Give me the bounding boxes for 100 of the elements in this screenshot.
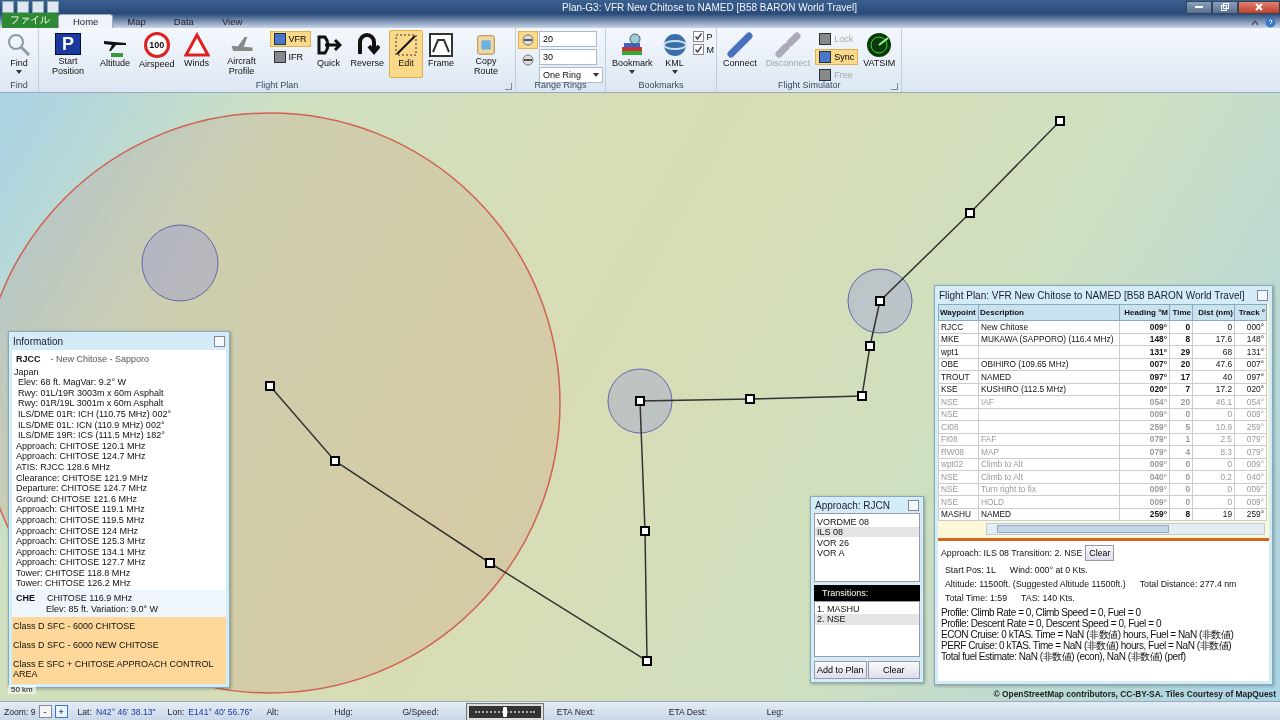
collapse-caret-icon[interactable] xyxy=(1251,19,1259,26)
table-cell: NAMED xyxy=(978,508,1120,521)
table-cell: 0 xyxy=(1169,458,1193,471)
frequency-text: Approach: CHITOSE 124 MHz xyxy=(15,525,139,537)
table-cell: 009° xyxy=(1119,408,1170,421)
checkbox[interactable] xyxy=(692,31,704,42)
ribbon-tab[interactable]: Data xyxy=(159,15,208,28)
profile-text: ECON Cruise: 0 kTAS. Time = NaN (非数値) hours, Fuel = NaN (非数値) xyxy=(941,629,1235,640)
horizontal-scrollbar[interactable] xyxy=(986,523,1265,535)
column-header[interactable]: Time xyxy=(1169,304,1193,321)
ribbon-tab[interactable]: Home xyxy=(58,14,114,28)
checkbox[interactable] xyxy=(692,44,704,55)
table-cell: 007° xyxy=(1234,358,1267,371)
approach-item[interactable]: VORDME 08 xyxy=(815,516,919,527)
range-input-field[interactable]: 20 xyxy=(539,31,598,47)
restore-button[interactable] xyxy=(1212,0,1238,14)
airport-detail: Elev: 68 ft. MagVar: 9.2° W xyxy=(17,377,127,388)
column-header[interactable]: Description xyxy=(978,304,1120,321)
slider-thumb[interactable] xyxy=(502,706,507,717)
zoom-out-button[interactable]: - xyxy=(38,705,52,718)
table-cell: 009° xyxy=(1119,458,1170,471)
panel-title: Flight Plan: VFR New Chitose to NAMED [B58 BARON World Travel] xyxy=(939,289,1245,301)
table-cell: 009° xyxy=(1119,495,1170,508)
table-cell: 079° xyxy=(1119,445,1170,458)
ribbon-button[interactable]: VATSIM xyxy=(859,30,900,78)
ribbon-button[interactable]: Aircraft Profile xyxy=(214,30,269,78)
summary-text: Wind: 000° at 0 Kts. xyxy=(1009,565,1088,575)
frequency-text: Departure: CHITOSE 124.7 MHz xyxy=(15,483,148,494)
dock-icon[interactable] xyxy=(1257,289,1268,301)
table-cell: 29 xyxy=(1169,345,1193,358)
table-cell: 020° xyxy=(1119,383,1170,396)
table-cell: 20 xyxy=(1169,358,1193,371)
ribbon-button[interactable]: Quick xyxy=(311,30,346,78)
navaid-name: CHITOSE 116.9 MHz xyxy=(47,593,133,604)
file-menu-tab[interactable]: ファイル xyxy=(2,13,58,28)
add-to-plan-button[interactable]: Add to Plan xyxy=(814,661,867,679)
minimize-button[interactable] xyxy=(1186,0,1212,14)
table-cell: 040° xyxy=(1119,470,1170,483)
close-button[interactable] xyxy=(1238,0,1280,14)
globe-icon xyxy=(661,32,688,58)
ribbon-button[interactable]: Bookmark xyxy=(608,30,657,78)
table-cell: 054° xyxy=(1234,395,1267,408)
ribbon-tab[interactable]: Map xyxy=(113,15,160,28)
table-cell: 131° xyxy=(1234,345,1267,358)
ribbon-button[interactable]: 100 Airspeed xyxy=(135,30,179,78)
dialog-launcher-icon[interactable] xyxy=(505,83,513,90)
column-header[interactable]: Track ° xyxy=(1234,304,1267,321)
table-cell: 259° xyxy=(1234,420,1267,433)
approach-item[interactable]: ILS 08 xyxy=(815,526,919,538)
ribbon-button[interactable]: P Start Position xyxy=(41,30,95,78)
toggle-button[interactable]: VFR xyxy=(269,31,311,47)
small-button[interactable]: Sync xyxy=(815,49,859,65)
approach-summary: Approach: ILS 08 Transition: 2. NSE xyxy=(941,548,1083,558)
table-cell: 0 xyxy=(1192,408,1235,421)
transition-item[interactable]: 2. NSE xyxy=(815,614,919,625)
ribbon-button[interactable]: Connect xyxy=(719,30,761,78)
ribbon-button[interactable]: Find xyxy=(2,30,36,78)
compass-rose xyxy=(847,268,913,334)
ribbon-button[interactable]: Frame xyxy=(424,30,459,78)
ribbon-button[interactable]: Altitude xyxy=(96,30,135,78)
table-cell: 259° xyxy=(1119,420,1170,433)
ribbon-tab[interactable]: View xyxy=(207,15,257,28)
group-label: Find xyxy=(10,80,28,90)
summary-text: Total Time: 1:59 xyxy=(945,593,1008,603)
approach-item[interactable]: VOR A xyxy=(815,548,919,559)
ribbon-button[interactable]: Edit xyxy=(389,30,424,78)
table-cell: Climb to Alt xyxy=(978,458,1120,471)
speed-slider[interactable] xyxy=(466,703,543,720)
airspace-text: Class D SFC - 6000 CHITOSE xyxy=(13,621,137,632)
range-input-field[interactable]: 30 xyxy=(539,49,598,65)
table-cell: NSE xyxy=(938,395,979,408)
summary-text: TAS: 140 Kts. xyxy=(1021,593,1075,603)
clear-button[interactable]: Clear xyxy=(1085,545,1115,561)
ribbon-button[interactable]: Winds xyxy=(179,30,214,78)
table-cell: TROUT xyxy=(938,370,979,383)
table-cell: RW08 xyxy=(938,445,979,458)
column-header[interactable]: Heading °M xyxy=(1119,304,1170,321)
transition-item[interactable]: 1. MASHU xyxy=(815,603,919,615)
ring-toggle-button[interactable] xyxy=(518,31,539,49)
table-cell: 40 xyxy=(1192,370,1235,383)
dock-icon[interactable] xyxy=(908,499,919,511)
map-placeholder[interactable] xyxy=(0,93,1280,701)
dock-icon[interactable] xyxy=(214,335,225,347)
column-header[interactable]: Waypoint xyxy=(938,304,979,321)
ribbon-button[interactable]: Copy Route xyxy=(459,30,514,78)
table-cell: NSE xyxy=(938,483,979,496)
clear-button[interactable]: Clear xyxy=(867,661,920,679)
column-header[interactable]: Dist (nm) xyxy=(1192,304,1235,321)
toggle-button[interactable]: IFR xyxy=(269,49,311,65)
zoom-in-button[interactable]: + xyxy=(54,705,68,718)
airspace-text: Class E SFC + CHITOSE APPROACH CONTROL AREA xyxy=(13,658,215,680)
profile-text: Profile: Descent Rate = 0, Descent Speed = 0, Fuel = 0 xyxy=(941,618,1161,629)
ribbon-button[interactable]: Reverse xyxy=(346,30,389,78)
ribbon-button[interactable]: KML xyxy=(657,30,692,78)
help-icon[interactable] xyxy=(1265,17,1276,28)
panel-title: Approach: RJCN xyxy=(815,499,891,511)
table-cell: OBIHIRO (109.65 MHz) xyxy=(978,358,1120,371)
dialog-launcher-icon[interactable] xyxy=(891,83,899,90)
approach-item[interactable]: VOR 26 xyxy=(815,537,919,549)
table-cell: Turn right to fix xyxy=(978,483,1120,496)
